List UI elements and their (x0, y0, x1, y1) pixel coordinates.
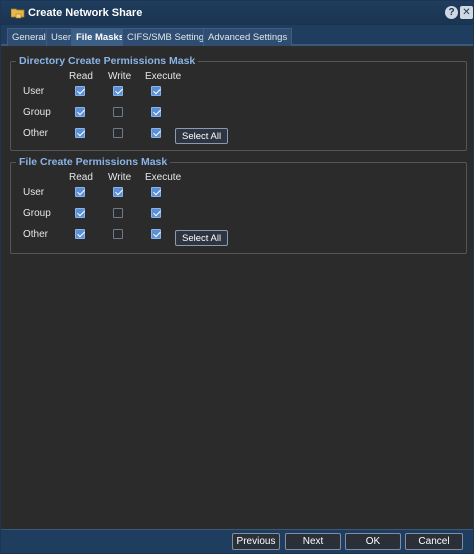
dialog-footer: Previous Next OK Cancel (1, 529, 473, 553)
column-execute: Execute (145, 71, 182, 82)
row-label-user: User (23, 86, 45, 97)
file-group-write-checkbox[interactable] (113, 208, 123, 218)
file-other-write-checkbox[interactable] (113, 229, 123, 239)
tab-general[interactable]: General (7, 28, 51, 46)
dir-user-write-checkbox[interactable] (113, 86, 123, 96)
file-select-all-button[interactable]: Select All (175, 230, 229, 246)
row-label-group: Group (23, 107, 51, 118)
help-icon[interactable]: ? (445, 6, 458, 19)
file-mask-legend: File Create Permissions Mask (16, 156, 171, 168)
create-network-share-dialog: Create Network Share ? ✕ General User Fi… (0, 0, 474, 554)
file-other-read-checkbox[interactable] (75, 229, 85, 239)
file-permissions-mask: File Create Permissions Mask Read Write … (10, 156, 467, 254)
dir-other-execute-checkbox[interactable] (151, 128, 161, 138)
tab-advanced-settings[interactable]: Advanced Settings (203, 28, 293, 46)
column-write: Write (108, 71, 132, 82)
file-group-read-checkbox[interactable] (75, 208, 85, 218)
file-other-execute-checkbox[interactable] (151, 229, 161, 239)
row-label-other: Other (23, 229, 49, 240)
directory-mask-legend: Directory Create Permissions Mask (16, 55, 199, 67)
tab-bar: General User File Masks CIFS/SMB Setting… (1, 25, 473, 46)
cancel-button[interactable]: Cancel (405, 533, 463, 550)
dir-group-execute-checkbox[interactable] (151, 107, 161, 117)
column-execute: Execute (145, 172, 182, 183)
network-share-icon (11, 8, 25, 19)
column-write: Write (108, 172, 132, 183)
next-button[interactable]: Next (285, 533, 341, 550)
dir-select-all-button[interactable]: Select All (175, 128, 229, 144)
dir-group-write-checkbox[interactable] (113, 107, 123, 117)
row-label-other: Other (23, 128, 49, 139)
file-user-write-checkbox[interactable] (113, 187, 123, 197)
tab-content: Directory Create Permissions Mask Read W… (1, 48, 473, 529)
dir-other-write-checkbox[interactable] (113, 128, 123, 138)
file-user-read-checkbox[interactable] (75, 187, 85, 197)
row-label-user: User (23, 187, 45, 198)
previous-button[interactable]: Previous (232, 533, 280, 550)
column-read: Read (69, 172, 93, 183)
file-user-execute-checkbox[interactable] (151, 187, 161, 197)
tab-file-masks[interactable]: File Masks (71, 28, 130, 46)
directory-permissions-mask: Directory Create Permissions Mask Read W… (10, 55, 467, 151)
close-icon[interactable]: ✕ (460, 6, 473, 19)
dir-user-read-checkbox[interactable] (75, 86, 85, 96)
column-read: Read (69, 71, 93, 82)
dialog-titlebar[interactable]: Create Network Share ? ✕ (1, 1, 473, 25)
dir-group-read-checkbox[interactable] (75, 107, 85, 117)
row-label-group: Group (23, 208, 51, 219)
file-group-execute-checkbox[interactable] (151, 208, 161, 218)
dialog-title: Create Network Share (28, 7, 143, 19)
dir-user-execute-checkbox[interactable] (151, 86, 161, 96)
ok-button[interactable]: OK (345, 533, 401, 550)
dir-other-read-checkbox[interactable] (75, 128, 85, 138)
tab-cifs-smb-settings[interactable]: CIFS/SMB Settings (122, 28, 214, 46)
